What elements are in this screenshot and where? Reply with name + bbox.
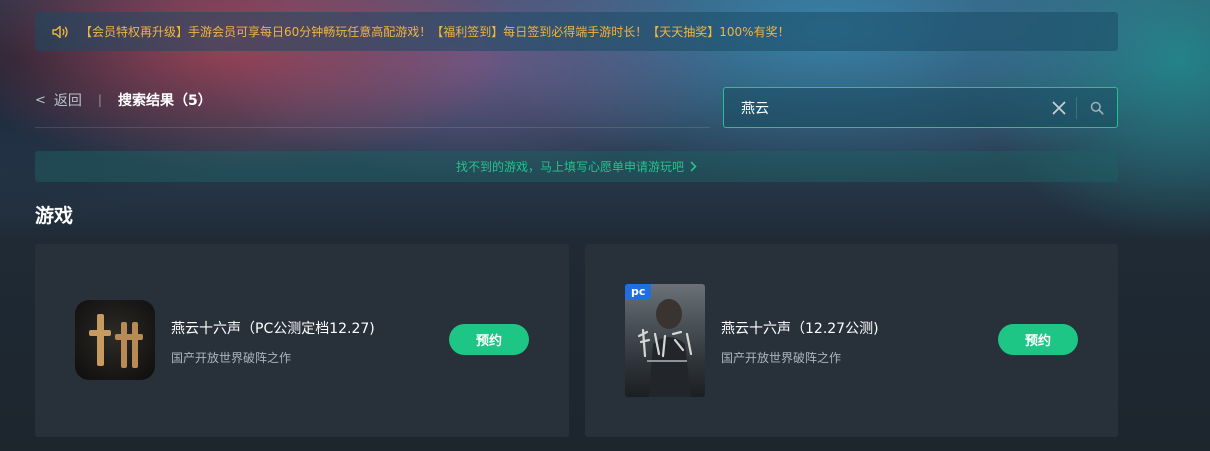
close-icon: [1052, 101, 1066, 114]
reserve-button[interactable]: 预约: [449, 324, 529, 355]
wishlist-banner-text: 找不到的游戏，马上填写心愿单申请游玩吧: [455, 160, 684, 174]
chevron-right-icon: [690, 161, 697, 172]
game-description: 国产开放世界破阵之作: [171, 351, 292, 365]
search-icon: [1090, 101, 1104, 115]
pc-badge: pc: [625, 284, 652, 300]
nav-separator: |: [97, 93, 102, 107]
search-results-title: 搜索结果（5）: [117, 93, 212, 109]
search-box: [723, 87, 1118, 128]
announcement-text: 【会员特权再升级】手游会员可享每日60分钟畅玩任意高配游戏！【福利签到】每日签到…: [80, 25, 790, 39]
speaker-icon: [52, 25, 68, 38]
section-title-games: 游戏: [35, 205, 74, 227]
back-link[interactable]: < 返回: [35, 90, 82, 110]
game-title: 燕云十六声（12.27公测): [721, 321, 879, 337]
back-label: 返回: [53, 93, 82, 109]
reserve-button[interactable]: 预约: [998, 324, 1078, 355]
chevron-left-icon: <: [35, 92, 46, 108]
game-title: 燕云十六声（PC公测定档12.27): [171, 321, 375, 337]
search-input[interactable]: [724, 98, 1042, 117]
wishlist-banner[interactable]: 找不到的游戏，马上填写心愿单申请游玩吧: [35, 151, 1118, 182]
game-description: 国产开放世界破阵之作: [721, 351, 842, 365]
game-card[interactable]: 燕云十六声（PC公测定档12.27) 国产开放世界破阵之作 预约: [35, 244, 569, 437]
search-button[interactable]: [1077, 101, 1117, 115]
results-header: < 返回 | 搜索结果（5）: [35, 85, 710, 128]
game-card[interactable]: pc 燕云十六声（12.27公测) 国产开放世界破阵之作 预约: [585, 244, 1118, 437]
clear-search-button[interactable]: [1042, 101, 1076, 115]
game-cover-image: pc: [625, 284, 705, 397]
game-cover-image: [75, 300, 155, 380]
announcement-bar: 【会员特权再升级】手游会员可享每日60分钟畅玩任意高配游戏！【福利签到】每日签到…: [35, 12, 1118, 51]
